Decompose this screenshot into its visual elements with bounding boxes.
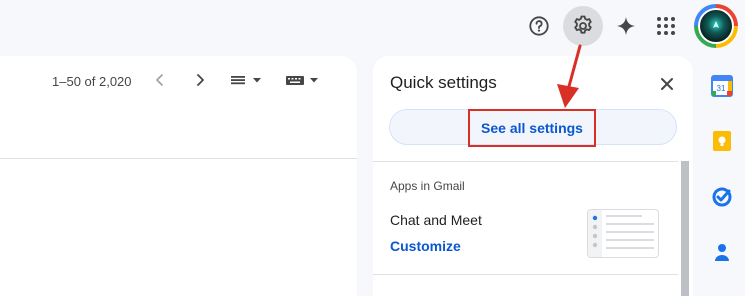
help-button[interactable] xyxy=(519,6,559,46)
top-bar xyxy=(0,0,745,52)
quick-settings-scrollbar[interactable] xyxy=(681,161,689,296)
tasks-icon-graphic xyxy=(712,187,732,207)
quick-settings-title: Quick settings xyxy=(390,73,497,92)
contacts-icon[interactable] xyxy=(710,240,734,264)
sparkle-icon xyxy=(616,16,636,36)
section-divider-bottom xyxy=(373,274,678,275)
gear-icon xyxy=(574,15,592,34)
newer-button[interactable] xyxy=(188,68,212,92)
chevron-left-icon xyxy=(156,74,163,86)
close-icon xyxy=(661,78,673,90)
older-button[interactable] xyxy=(148,68,172,92)
see-all-settings-button[interactable]: See all settings xyxy=(468,109,596,147)
section-divider xyxy=(373,161,678,162)
pagination-count: 1–50 of 2,020 xyxy=(52,74,132,89)
help-circle-icon xyxy=(529,16,549,36)
side-panel-rail: 31 xyxy=(701,56,745,296)
density-toggle-button[interactable] xyxy=(228,68,266,92)
quick-settings-panel: Quick settings See all settings Apps in … xyxy=(373,56,693,296)
avatar-figure-icon xyxy=(713,21,719,28)
tasks-icon[interactable] xyxy=(710,185,734,209)
close-button[interactable] xyxy=(657,74,677,94)
account-avatar[interactable] xyxy=(694,4,738,48)
keep-icon[interactable] xyxy=(710,129,734,153)
apps-in-gmail-heading: Apps in Gmail xyxy=(390,179,465,193)
toolbar-divider xyxy=(0,158,357,159)
chat-and-meet-label: Chat and Meet xyxy=(390,212,482,228)
apps-button[interactable] xyxy=(646,6,686,46)
chat-layout-preview-image xyxy=(588,210,654,257)
calendar-icon-graphic: 31 xyxy=(711,75,733,97)
mail-list-panel: 1–50 of 2,020 xyxy=(0,56,357,296)
calendar-day-text: 31 xyxy=(717,84,726,93)
contacts-icon-graphic xyxy=(715,244,729,261)
gemini-button[interactable] xyxy=(606,6,646,46)
calendar-icon[interactable]: 31 xyxy=(710,74,734,98)
density-menu-icon xyxy=(231,76,261,85)
keep-icon-graphic xyxy=(713,131,731,151)
chat-layout-preview xyxy=(587,209,659,258)
apps-grid-icon xyxy=(657,17,675,35)
chevron-right-icon xyxy=(197,74,204,86)
customize-link[interactable]: Customize xyxy=(390,238,461,254)
avatar-image xyxy=(698,8,734,44)
input-tools-button[interactable] xyxy=(283,68,323,92)
keyboard-icon xyxy=(286,76,318,85)
settings-button[interactable] xyxy=(563,6,603,46)
